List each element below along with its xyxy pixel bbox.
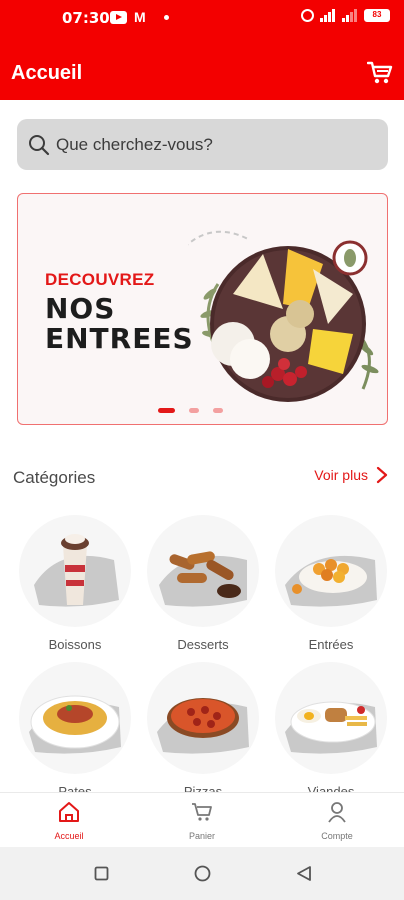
nav-item-compte[interactable]: Compte (297, 801, 377, 841)
gmail-notification-icon: M (134, 9, 146, 25)
status-bar: 07:30 M 83 (0, 0, 404, 36)
category-viandes[interactable]: Viandes (275, 662, 387, 799)
category-image (275, 662, 387, 774)
home-button-icon[interactable] (194, 865, 211, 882)
category-image (275, 515, 387, 627)
home-icon (59, 802, 79, 822)
signal-icon (320, 8, 336, 22)
category-image (19, 515, 131, 627)
youtube-notification-icon (110, 11, 127, 24)
category-entrees[interactable]: Entrées (275, 515, 387, 652)
banner-line1: NOS (45, 292, 116, 325)
promo-banner[interactable]: DECOUVREZ NOS ENTREES (17, 193, 388, 425)
see-more-link[interactable]: Voir plus (314, 466, 388, 484)
alarm-icon (301, 8, 314, 22)
nav-item-panier[interactable]: Panier (162, 801, 242, 841)
nav-label: Compte (321, 831, 353, 841)
search-input[interactable]: Que cherchez-vous? (17, 119, 388, 170)
chevron-right-icon (376, 466, 388, 484)
cart-icon (192, 803, 212, 821)
category-image (147, 515, 259, 627)
status-right-icons: 83 (301, 8, 390, 22)
user-icon (328, 802, 346, 823)
back-icon[interactable] (296, 865, 312, 882)
see-more-label: Voir plus (314, 467, 368, 483)
signal-icon-2 (342, 8, 358, 22)
battery-icon: 83 (364, 8, 390, 22)
pagination-dot[interactable] (213, 408, 223, 413)
category-pizzas[interactable]: Pizzas (147, 662, 259, 799)
categories-heading: Catégories (13, 468, 96, 487)
recent-apps-icon[interactable] (94, 866, 109, 881)
page-title: Accueil (11, 62, 83, 84)
pagination-dot[interactable] (189, 408, 199, 413)
banner-kicker: DECOUVREZ (45, 270, 155, 289)
cheese-platter-image (188, 230, 379, 402)
search-placeholder: Que cherchez-vous? (56, 134, 213, 154)
category-image (147, 662, 259, 774)
category-boissons[interactable]: Boissons (19, 515, 131, 652)
category-desserts[interactable]: Desserts (147, 515, 259, 652)
bottom-navigation: Accueil Panier Compte (0, 792, 404, 847)
pagination-dot-active[interactable] (158, 408, 175, 413)
app-header: 07:30 M 83 Accueil (0, 0, 404, 100)
category-pates[interactable]: Pates (19, 662, 131, 799)
cart-icon[interactable] (367, 60, 393, 86)
system-navigation-bar (0, 847, 404, 900)
category-label: Boissons (48, 637, 102, 652)
more-notifications-icon (164, 15, 169, 20)
nav-item-accueil[interactable]: Accueil (29, 801, 109, 841)
search-icon (29, 134, 50, 155)
nav-label: Accueil (54, 831, 84, 841)
banner-line2: ENTREES (45, 322, 194, 355)
banner-pagination (158, 408, 223, 413)
nav-label: Panier (188, 831, 215, 841)
status-time: 07:30 (62, 9, 110, 27)
category-label: Entrées (308, 637, 354, 652)
category-image (19, 662, 131, 774)
category-label: Desserts (177, 637, 229, 652)
